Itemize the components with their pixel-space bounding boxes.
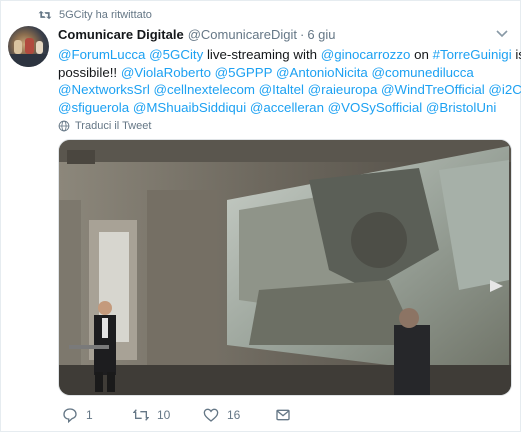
media-photo bbox=[59, 140, 511, 395]
reply-count: 1 bbox=[86, 408, 93, 422]
mention-link[interactable]: @NextworksSrl bbox=[58, 82, 150, 97]
mention-link[interactable]: @BristolUni bbox=[426, 100, 496, 115]
globe-icon bbox=[58, 120, 70, 132]
direct-message-button[interactable] bbox=[275, 407, 291, 423]
tweet-text: @ForumLucca @5GCity live-streaming with … bbox=[58, 46, 521, 117]
mention-link[interactable]: @i2CAT bbox=[488, 82, 521, 97]
tweet-text-line: @sfiguerola @MShuaibSiddiqui @accelleran… bbox=[58, 99, 513, 117]
mention-link[interactable]: @Italtel bbox=[259, 82, 304, 97]
avatar[interactable] bbox=[8, 26, 49, 67]
tweet-text-line: @ForumLucca @5GCity live-streaming with … bbox=[58, 46, 521, 64]
retweet-banner: 5GCity ha ritwittato bbox=[38, 7, 152, 23]
hashtag-link[interactable]: #TorreGuinigi bbox=[433, 47, 512, 62]
mention-link[interactable]: @WindTreOfficial bbox=[381, 82, 485, 97]
author-name[interactable]: Comunicare Digitale bbox=[58, 27, 184, 42]
mention-link[interactable]: @ViolaRoberto bbox=[121, 65, 211, 80]
tweet-text-segment: possibile!! bbox=[58, 64, 121, 80]
mention-link[interactable]: @cellnextelecom bbox=[154, 82, 255, 97]
reply-button[interactable]: 1 bbox=[62, 407, 93, 423]
mention-link[interactable]: @accelleran bbox=[250, 100, 324, 115]
tweet-text-line: @NextworksSrl @cellnextelecom @Italtel @… bbox=[58, 81, 521, 99]
tweet-date[interactable]: 6 giu bbox=[307, 27, 335, 42]
reply-icon bbox=[63, 408, 77, 423]
chevron-down-icon[interactable] bbox=[496, 29, 508, 39]
mention-link[interactable]: @raieuropa bbox=[308, 82, 378, 97]
retweet-banner-text[interactable]: 5GCity ha ritwittato bbox=[59, 8, 152, 22]
envelope-icon bbox=[276, 409, 290, 421]
tweet-text-line: possibile!! @ViolaRoberto @5GPPP @Antoni… bbox=[58, 64, 513, 82]
tweet-text-segment: on bbox=[410, 47, 433, 62]
retweet-count: 10 bbox=[157, 408, 171, 422]
mention-link[interactable]: @sfiguerola bbox=[58, 100, 129, 115]
mention-link[interactable]: @MShuaibSiddiqui bbox=[133, 100, 246, 115]
author-handle[interactable]: @ComunicareDigit bbox=[188, 27, 297, 42]
mention-link[interactable]: @5GCity bbox=[149, 47, 203, 62]
tweet-header: Comunicare Digitale @ComunicareDigit · 6… bbox=[58, 27, 336, 45]
mention-link[interactable]: @AntonioNicita bbox=[276, 65, 368, 80]
mention-link[interactable]: @ForumLucca bbox=[58, 47, 145, 62]
like-count: 16 bbox=[227, 408, 241, 422]
mention-link[interactable]: @ginocarrozzo bbox=[321, 47, 411, 62]
heart-icon bbox=[203, 408, 219, 422]
tweet-card[interactable]: 5GCity ha ritwittato Comunicare Digitale… bbox=[0, 0, 521, 432]
retweet-button[interactable]: 10 bbox=[133, 407, 170, 423]
like-button[interactable]: 16 bbox=[203, 407, 240, 423]
mention-link[interactable]: @5GPPP bbox=[215, 65, 273, 80]
tweet-text-segment: live-streaming with bbox=[203, 47, 321, 62]
mention-link[interactable]: @VOSySofficial bbox=[328, 100, 423, 115]
translate-tweet[interactable]: Traduci il Tweet bbox=[58, 119, 151, 133]
retweet-icon bbox=[38, 10, 52, 20]
header-separator: · bbox=[300, 27, 305, 42]
mention-link[interactable]: @comunedilucca bbox=[372, 65, 474, 80]
translate-label[interactable]: Traduci il Tweet bbox=[75, 120, 151, 132]
tweet-media-image[interactable] bbox=[58, 139, 512, 396]
tweet-text-segment: is bbox=[515, 47, 521, 62]
retweet-icon bbox=[133, 409, 149, 421]
